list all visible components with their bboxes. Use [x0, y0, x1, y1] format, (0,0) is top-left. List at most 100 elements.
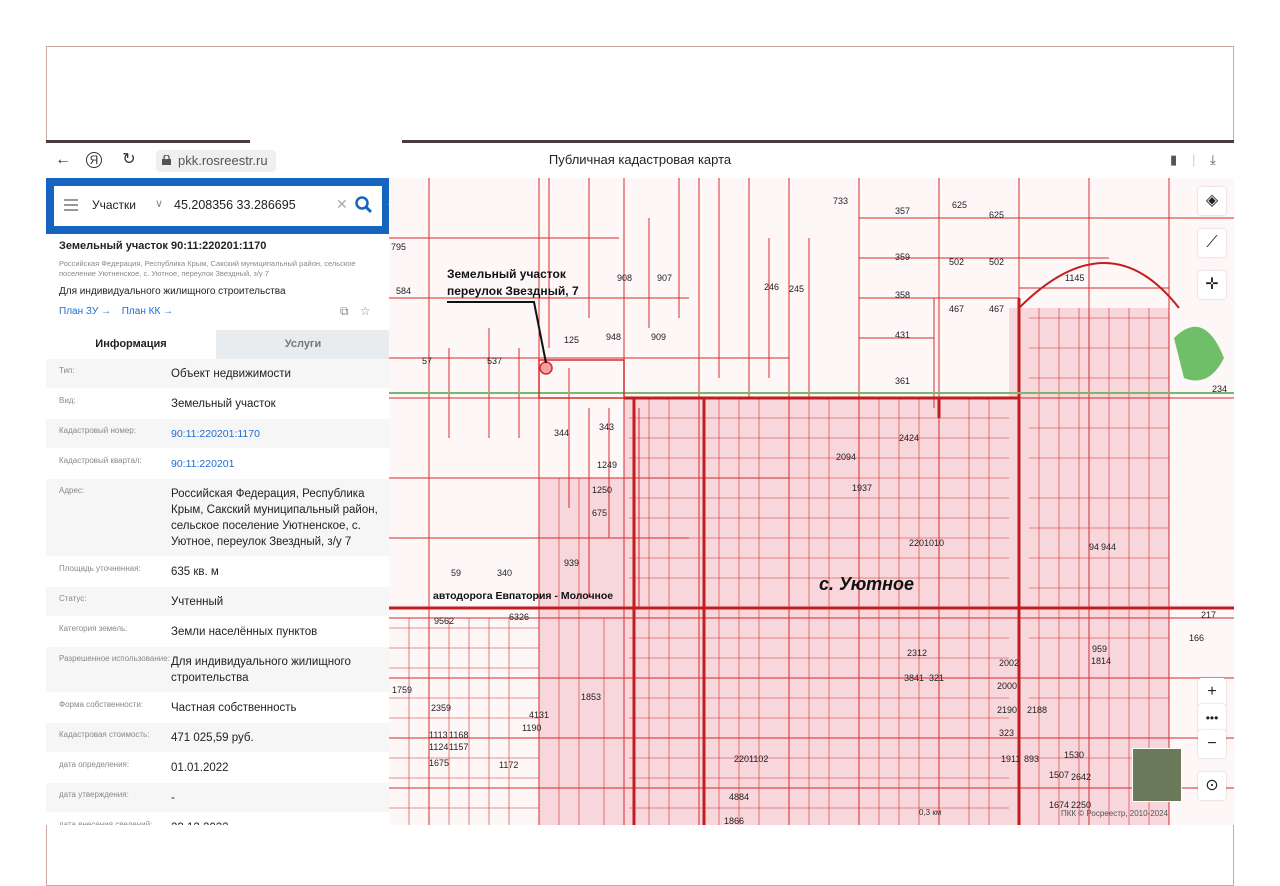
info-sidebar: Участки ∨ 45.208356 33.286695 ✕ ‹ Земель…: [46, 178, 390, 825]
svg-text:1911: 1911: [1001, 754, 1020, 764]
svg-text:2642: 2642: [1071, 772, 1091, 782]
property-value: 23.12.2022: [171, 813, 390, 825]
svg-text:359: 359: [895, 252, 910, 262]
property-value: Российская Федерация, Республика Крым, С…: [171, 488, 378, 548]
zoom-to-object-icon[interactable]: ⧉: [340, 304, 349, 318]
zoom-out-button[interactable]: −: [1198, 730, 1226, 758]
star-icon[interactable]: ☆: [360, 304, 371, 318]
table-row: Статус: Учтенный: [46, 587, 390, 617]
locate-icon[interactable]: ✛: [1198, 271, 1226, 299]
property-label: Категория земель:: [59, 624, 128, 633]
cadastral-number-link[interactable]: 90:11:220201:1170: [171, 419, 390, 448]
village-label: с. Уютное: [819, 574, 914, 594]
table-row: Тип: Объект недвижимости: [46, 359, 390, 389]
property-label: Адрес:: [59, 486, 85, 495]
table-row: дата определения: 01.01.2022: [46, 753, 390, 783]
svg-text:959: 959: [1092, 644, 1107, 654]
svg-text:358: 358: [895, 290, 910, 300]
table-row: Адрес: Российская Федерация, Республика …: [46, 479, 390, 557]
svg-text:1853: 1853: [581, 692, 601, 702]
object-address: Российская Федерация, Республика Крым, С…: [59, 259, 356, 278]
svg-text:2094: 2094: [836, 452, 856, 462]
svg-text:431: 431: [895, 330, 910, 340]
svg-text:2201102: 2201102: [734, 754, 768, 764]
search-input[interactable]: 45.208356 33.286695: [174, 198, 296, 212]
compass-icon[interactable]: ⊙: [1198, 772, 1226, 800]
svg-text:502: 502: [949, 257, 964, 267]
search-icon[interactable]: [354, 195, 374, 215]
svg-text:1250: 1250: [592, 485, 612, 495]
village-area: [539, 478, 629, 825]
svg-text:217: 217: [1201, 610, 1216, 620]
cadastral-quarter-link[interactable]: 90:11:220201: [171, 449, 390, 478]
road-curve: [1018, 262, 1180, 309]
svg-text:1507: 1507: [1049, 770, 1069, 780]
parcel-callout: Земельный участок переулок Звездный, 7: [447, 266, 579, 300]
table-row: Форма собственности: Частная собственнос…: [46, 693, 390, 723]
svg-text:57: 57: [422, 356, 432, 366]
object-actions: ⧉ ☆: [340, 304, 371, 319]
svg-text:1530: 1530: [1064, 750, 1084, 760]
property-label: дата внесения сведений:: [59, 820, 153, 825]
map-scale: 0,3 км: [919, 808, 942, 817]
svg-text:2424: 2424: [899, 433, 919, 443]
svg-text:321: 321: [929, 673, 944, 683]
svg-text:502: 502: [989, 257, 1004, 267]
property-value: Земли населённых пунктов: [171, 626, 318, 638]
more-icon[interactable]: •••: [1198, 704, 1226, 732]
property-label: Разрешенное использование:: [59, 654, 170, 663]
property-label: Кадастровый номер:: [59, 426, 136, 435]
svg-text:1759: 1759: [392, 685, 412, 695]
svg-text:625: 625: [952, 200, 967, 210]
table-row: Кадастровый номер: 90:11:220201:1170: [46, 419, 390, 449]
ruler-icon[interactable]: ⟋: [1198, 229, 1226, 257]
cadastral-map[interactable]: 795 584 125 908 907 948 909 57 537 246 245 733 3…: [389, 178, 1234, 825]
callout-line-2: переулок Звездный, 7: [447, 284, 579, 298]
svg-text:2002: 2002: [999, 658, 1019, 668]
property-value: 01.01.2022: [171, 762, 229, 774]
chevron-down-icon[interactable]: ∨: [155, 197, 163, 210]
svg-text:361: 361: [895, 376, 910, 386]
svg-text:125: 125: [564, 335, 579, 345]
svg-text:2190: 2190: [997, 705, 1017, 715]
callout-line-1: Земельный участок: [447, 267, 566, 281]
svg-text:675: 675: [592, 508, 607, 518]
svg-text:59: 59: [451, 568, 461, 578]
svg-text:343: 343: [599, 422, 614, 432]
plan-kk-link[interactable]: План КК →: [122, 306, 173, 317]
callout-leader: [447, 301, 547, 364]
tab-information[interactable]: Информация: [46, 330, 216, 359]
basemap-switcher[interactable]: [1132, 748, 1182, 802]
property-value: Земельный участок: [171, 398, 276, 410]
tab-services[interactable]: Услуги: [216, 330, 390, 359]
svg-text:908: 908: [617, 273, 632, 283]
property-label: Кадастровая стоимость:: [59, 730, 150, 739]
svg-text:939: 939: [564, 558, 579, 568]
selected-parcel-marker[interactable]: [539, 361, 553, 375]
property-label: Кадастровый квартал:: [59, 456, 142, 465]
property-label: дата определения:: [59, 760, 130, 769]
plan-zu-link[interactable]: План ЗУ →: [59, 306, 111, 317]
table-row: Разрешенное использование: Для индивидуа…: [46, 647, 390, 693]
svg-text:1675: 1675: [429, 758, 449, 768]
download-icon[interactable]: ⤓: [1210, 152, 1216, 168]
svg-text:625: 625: [989, 210, 1004, 220]
svg-text:323: 323: [999, 728, 1014, 738]
property-value: -: [171, 792, 175, 804]
svg-text:1866: 1866: [724, 816, 744, 825]
category-select[interactable]: Участки: [92, 198, 136, 212]
clear-icon[interactable]: ✕: [336, 196, 348, 213]
svg-text:795: 795: [391, 242, 406, 252]
bookmark-icon[interactable]: ▮: [1170, 152, 1177, 168]
menu-icon[interactable]: [64, 199, 78, 214]
svg-text:2000: 2000: [997, 681, 1017, 691]
zoom-in-button[interactable]: +: [1198, 678, 1226, 706]
property-label: Вид:: [59, 396, 76, 405]
svg-text:6326: 6326: [509, 612, 529, 622]
property-label: Статус:: [59, 594, 87, 603]
village-area: [624, 398, 1014, 825]
layers-icon[interactable]: ◈: [1198, 187, 1226, 215]
property-value: Учтенный: [171, 596, 224, 608]
svg-text:733: 733: [833, 196, 848, 206]
svg-text:467: 467: [949, 304, 964, 314]
